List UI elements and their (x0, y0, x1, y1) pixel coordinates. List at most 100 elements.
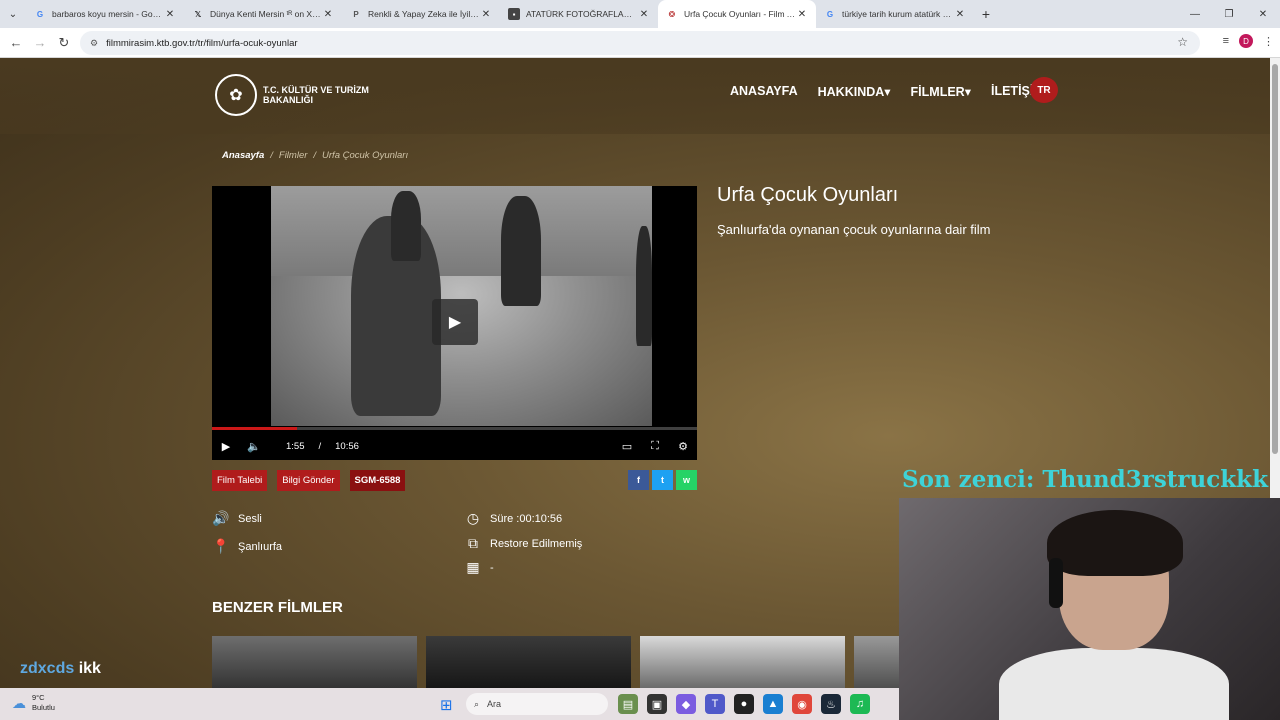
menu-about[interactable]: HAKKINDA▾ (818, 84, 891, 99)
film-code-badge: SGM-6588 (349, 470, 406, 491)
site-icon: ▪ (508, 8, 520, 20)
windows-taskbar: ☁ 9°C Bulutlu ⊞ ⌕ Ara ▤ ▣ ◆ T ● ▲ ◉ ♨ ♫ (0, 688, 899, 720)
meta-date: ▦ - (464, 559, 494, 576)
similar-film-thumbnail[interactable] (640, 636, 845, 688)
taskbar-apps: ▤ ▣ ◆ T ● ▲ ◉ ♨ ♫ (618, 694, 870, 714)
restore-icon: ⧉ (468, 535, 478, 551)
breadcrumb-home[interactable]: Anasayfa (222, 150, 264, 161)
video-figure (501, 196, 541, 306)
fullscreen-icon[interactable]: ⛶ (641, 440, 669, 453)
browser-tab-active[interactable]: ❂ Urfa Çocuk Oyunları - Film Arşi ✕ (658, 0, 816, 28)
photos-icon[interactable]: ▲ (763, 694, 783, 714)
menu-dots-icon[interactable]: ⋮ (1263, 35, 1274, 48)
main-menu: ANASAYFA HAKKINDA▾ FİLMLER▾ İLETİŞİM (730, 84, 1044, 99)
logo-text[interactable]: T.C. KÜLTÜR VE TURİZM BAKANLIĞI (263, 85, 383, 105)
clock-icon: ◷ (466, 510, 480, 526)
weather-widget[interactable]: ☁ 9°C Bulutlu (12, 693, 55, 713)
breadcrumb-films[interactable]: Filmler (279, 150, 308, 161)
speaker-icon: 🔊 (212, 510, 230, 526)
similar-films-list (212, 636, 900, 688)
obs-icon[interactable]: ● (734, 694, 754, 714)
video-progress-bar[interactable] (212, 427, 697, 430)
scrollbar-thumb[interactable] (1272, 64, 1278, 454)
close-icon[interactable]: ✕ (480, 9, 492, 20)
browser-tab[interactable]: 𝕏 Dünya Kenti Mersin ᵗᴿ on X: "M ✕ (184, 0, 342, 28)
meta-duration: ◷ Süre :00:10:56 (464, 510, 562, 527)
site-info-icon[interactable]: ⚙ (90, 38, 98, 49)
film-request-button[interactable]: Film Talebi (212, 470, 268, 491)
similar-films-heading: BENZER FİLMLER (212, 599, 343, 616)
video-controls-right: ▭ ⛶ ⚙ (613, 440, 697, 453)
url-input[interactable]: ⚙ filmmirasim.ktb.gov.tr/tr/film/urfa-oc… (80, 31, 1200, 55)
taskbar-search-text: Ara (487, 699, 502, 709)
meta-sound-text: Sesli (238, 512, 262, 525)
restore-icon[interactable]: ❐ (1212, 0, 1246, 28)
language-button[interactable]: TR (1030, 77, 1058, 103)
whatsapp-icon[interactable]: w (676, 470, 697, 490)
play-icon[interactable]: ▶ (212, 440, 240, 453)
similar-film-thumbnail[interactable] (426, 636, 631, 688)
task-view-icon[interactable]: ▣ (647, 694, 667, 714)
close-icon[interactable]: ✕ (796, 9, 808, 20)
handle-part-b: ikk (78, 660, 101, 677)
facebook-icon[interactable]: f (628, 470, 649, 490)
copilot-icon[interactable]: ◆ (676, 694, 696, 714)
steam-icon[interactable]: ♨ (821, 694, 841, 714)
forward-icon[interactable]: → (28, 35, 52, 50)
weather-condition: Bulutlu (32, 703, 55, 712)
menu-films[interactable]: FİLMLER▾ (911, 84, 971, 99)
browser-tab[interactable]: P Renkli & Yapay Zeka ile İyileştir ✕ (342, 0, 500, 28)
toolbar-right: ≡ D ⋮ (1223, 34, 1274, 48)
webcam-shirt (999, 648, 1229, 720)
chrome-icon[interactable]: ◉ (792, 694, 812, 714)
location-pin-icon: 📍 (212, 538, 230, 554)
close-icon[interactable]: ✕ (638, 9, 650, 20)
google-icon: G (36, 9, 44, 19)
send-info-button[interactable]: Bilgi Gönder (277, 470, 340, 491)
browser-tab[interactable]: ▪ ATATÜRK FOTOĞRAFLARI - Atat ✕ (500, 0, 658, 28)
tab-title: Urfa Çocuk Oyunları - Film Arşi (684, 9, 796, 19)
similar-film-thumbnail[interactable] (212, 636, 417, 688)
menu-home[interactable]: ANASAYFA (730, 84, 798, 99)
twitter-icon[interactable]: t (652, 470, 673, 490)
close-icon[interactable]: ✕ (954, 9, 966, 20)
tab-search-icon[interactable]: ⌄ (0, 9, 26, 20)
tab-title: Renkli & Yapay Zeka ile İyileştir (368, 9, 480, 19)
windows-start-icon[interactable]: ⊞ (440, 696, 453, 714)
window-controls: — ❐ ✕ (1178, 0, 1280, 28)
profile-avatar[interactable]: D (1239, 34, 1253, 48)
close-icon[interactable]: ✕ (164, 9, 176, 20)
similar-film-thumbnail[interactable] (854, 636, 900, 688)
pip-icon[interactable]: ▭ (613, 440, 641, 453)
tab-title: ATATÜRK FOTOĞRAFLARI - Atat (526, 9, 638, 19)
ministry-emblem-icon[interactable]: ✿ (215, 74, 257, 116)
spotify-icon[interactable]: ♫ (850, 694, 870, 714)
new-tab-icon[interactable]: + (974, 6, 998, 22)
bookmark-star-icon[interactable]: ☆ (1177, 35, 1188, 49)
browser-tab[interactable]: G türkiye tarih kurum atatürk arşi ✕ (816, 0, 974, 28)
play-overlay-icon[interactable]: ▶ (432, 299, 478, 345)
media-control-icon[interactable]: ≡ (1223, 35, 1229, 47)
video-player[interactable]: ▶ ▶ 🔈 1:55 / 10:56 ▭ ⛶ ⚙ (212, 186, 697, 460)
browser-tab[interactable]: G barbaros koyu mersin - Google ✕ (26, 0, 184, 28)
video-figure (391, 191, 421, 261)
minimize-icon[interactable]: — (1178, 0, 1212, 28)
tab-title: barbaros koyu mersin - Google (52, 9, 164, 19)
close-icon[interactable]: ✕ (322, 9, 334, 20)
tab-title: türkiye tarih kurum atatürk arşi (842, 9, 954, 19)
reload-icon[interactable]: ↻ (52, 35, 76, 51)
taskbar-search[interactable]: ⌕ Ara (466, 693, 608, 715)
back-icon[interactable]: ← (4, 35, 28, 50)
share-buttons: f t w (628, 470, 697, 490)
settings-gear-icon[interactable]: ⚙ (669, 440, 697, 453)
widgets-icon[interactable]: ▤ (618, 694, 638, 714)
ktb-icon: ❂ (668, 9, 676, 19)
weather-temp: 9°C (32, 693, 45, 702)
meta-date-text: - (490, 561, 494, 574)
teams-icon[interactable]: T (705, 694, 725, 714)
tab-strip: ⌄ G barbaros koyu mersin - Google ✕ 𝕏 Dü… (0, 0, 1280, 28)
volume-icon[interactable]: 🔈 (240, 440, 268, 453)
webcam-hair (1047, 510, 1183, 576)
close-window-icon[interactable]: ✕ (1246, 0, 1280, 28)
video-figure (636, 226, 652, 346)
